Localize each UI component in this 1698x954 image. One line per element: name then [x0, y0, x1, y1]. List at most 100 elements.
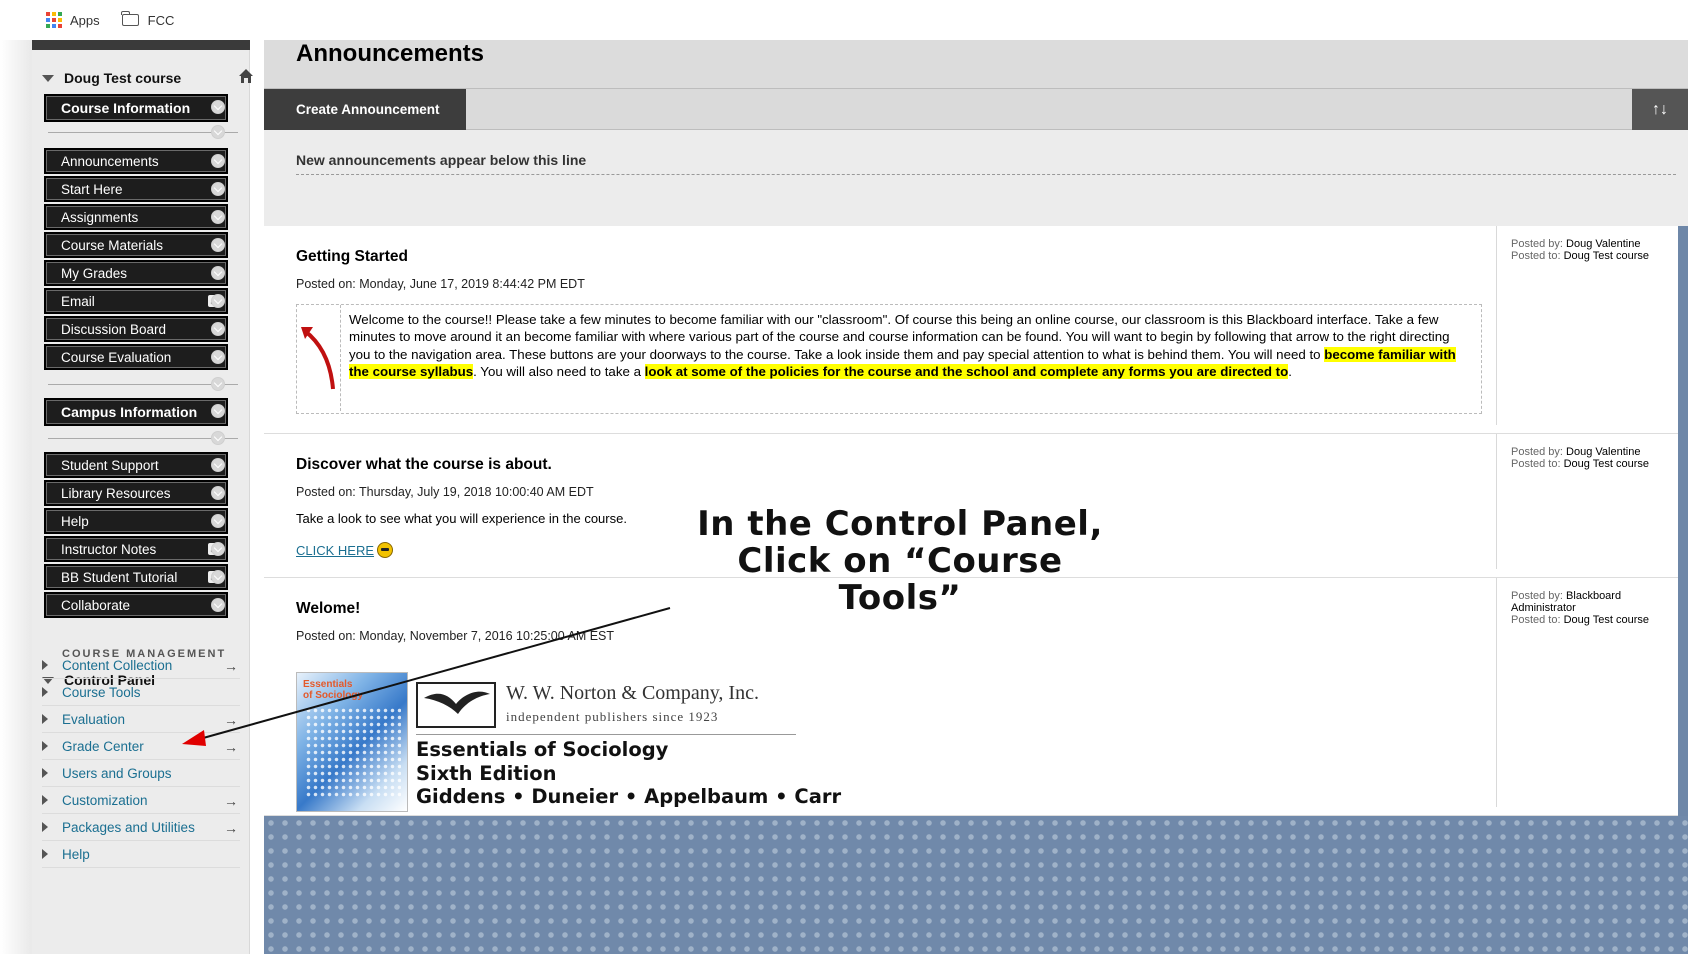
expand-triangle-icon[interactable] [42, 714, 48, 724]
sidebar-item-assignments[interactable]: Assignments [44, 204, 228, 230]
posted-to-label: Posted to: [1511, 458, 1561, 470]
publisher-rule [416, 734, 796, 735]
bookmark-label: Apps [70, 12, 100, 28]
chevron-down-icon[interactable] [211, 598, 225, 612]
apps-grid-icon [46, 12, 62, 28]
sidebar-item-course-information[interactable]: Course Information [44, 94, 228, 122]
click-here-link[interactable]: CLICK HERE [296, 542, 394, 558]
new-announcements-area: New announcements appear below this line [264, 130, 1688, 226]
expand-triangle-icon[interactable] [42, 822, 48, 832]
arrow-image-cell [297, 305, 341, 411]
sidebar-item-campus-information[interactable]: Campus Information [44, 398, 228, 426]
sidebar-divider [48, 384, 238, 385]
announcement-title: Discover what the course is about. [296, 456, 552, 473]
announcement-title: Welome! [296, 600, 361, 617]
control-panel-item-help[interactable]: Help [42, 841, 240, 868]
arrow-right-icon[interactable]: → [224, 793, 238, 809]
seagull-icon [424, 691, 490, 714]
sidebar-item-label: Start Here [61, 181, 123, 197]
chevron-down-icon[interactable] [211, 238, 225, 252]
chevron-down-icon[interactable] [211, 377, 225, 391]
expand-triangle-icon[interactable] [42, 687, 48, 697]
sidebar-item-discussion-board[interactable]: Discussion Board [44, 316, 228, 342]
announcement-title: Getting Started [296, 248, 408, 265]
arrow-right-icon[interactable]: → [224, 739, 238, 755]
arrow-right-icon[interactable]: → [224, 712, 238, 728]
background-pattern [264, 816, 1688, 954]
posted-to: Doug Test course [1563, 614, 1650, 626]
chevron-down-icon[interactable] [211, 154, 225, 168]
control-panel-item-label: Users and Groups [62, 765, 172, 781]
control-panel-item-course-tools[interactable]: Course Tools [42, 679, 240, 706]
chevron-down-icon[interactable] [211, 294, 225, 308]
chevron-down-icon[interactable] [211, 486, 225, 500]
chevron-down-icon[interactable] [211, 431, 225, 445]
sidebar-item-instructor-notes[interactable]: Instructor Notes [44, 536, 228, 562]
announcement-body: Take a look to see what you will experie… [296, 511, 627, 526]
book-info: Essentials of Sociology Sixth Edition Gi… [416, 738, 841, 809]
control-panel-item-label: Content Collection [62, 657, 173, 673]
link-text[interactable]: CLICK HERE [296, 543, 374, 558]
announcement-body: Welcome to the course!! Please take a fe… [349, 311, 1473, 380]
sidebar-item-label: Instructor Notes [61, 541, 157, 557]
control-panel-item-packages-and-utilities[interactable]: Packages and Utilities → [42, 814, 240, 841]
chevron-down-icon[interactable] [211, 182, 225, 196]
bookmark-apps[interactable]: Apps [46, 12, 100, 28]
chevron-down-icon[interactable] [211, 210, 225, 224]
sidebar-item-collaborate[interactable]: Collaborate [44, 592, 228, 618]
control-panel-item-customization[interactable]: Customization → [42, 787, 240, 814]
course-sidebar: Doug Test course Course Information Annou… [32, 40, 253, 954]
sidebar-item-label: Announcements [61, 153, 159, 169]
arrow-right-icon[interactable]: → [224, 820, 238, 836]
chevron-down-icon[interactable] [211, 570, 225, 584]
page-title: Announcements [296, 40, 485, 67]
chevron-down-icon[interactable] [211, 514, 225, 528]
bookmark-fcc[interactable]: FCC [121, 11, 175, 28]
chevron-down-icon[interactable] [211, 100, 225, 114]
sidebar-item-course-materials[interactable]: Course Materials [44, 232, 228, 258]
chevron-down-icon[interactable] [211, 266, 225, 280]
sidebar-item-label: Discussion Board [61, 321, 167, 337]
collapse-triangle-icon[interactable] [42, 74, 54, 82]
control-panel-item-grade-center[interactable]: Grade Center → [42, 733, 240, 760]
arrow-right-icon[interactable]: → [224, 658, 238, 674]
sidebar-item-course-evaluation[interactable]: Course Evaluation [44, 344, 228, 370]
sort-icon[interactable]: ↑↓ [1632, 89, 1688, 130]
sidebar-item-announcements[interactable]: Announcements [44, 148, 228, 174]
publisher-name: W. W. Norton & Company, Inc. [506, 682, 759, 704]
course-title[interactable]: Doug Test course [42, 69, 253, 86]
sidebar-item-bb-student-tutorial[interactable]: BB Student Tutorial [44, 564, 228, 590]
chevron-down-icon[interactable] [211, 542, 225, 556]
instruction-overlay: In the Control Panel, Click on “Course T… [680, 506, 1120, 617]
sidebar-item-start-here[interactable]: Start Here [44, 176, 228, 202]
sidebar-item-label: Course Information [61, 100, 191, 116]
expand-triangle-icon[interactable] [42, 660, 48, 670]
control-panel-item-content-collection[interactable]: Content Collection → [42, 652, 240, 679]
home-icon[interactable] [238, 68, 254, 84]
control-panel-item-evaluation[interactable]: Evaluation → [42, 706, 240, 733]
chevron-down-icon[interactable] [211, 404, 225, 418]
sidebar-item-email[interactable]: Email [44, 288, 228, 314]
bookmark-label: FCC [147, 12, 175, 28]
publisher-tagline: independent publishers since 1923 [506, 709, 719, 724]
sidebar-item-my-grades[interactable]: My Grades [44, 260, 228, 286]
expand-triangle-icon[interactable] [42, 741, 48, 751]
create-announcement-button[interactable]: Create Announcement [264, 89, 466, 130]
expand-triangle-icon[interactable] [42, 795, 48, 805]
expand-triangle-icon[interactable] [42, 768, 48, 778]
expand-triangle-icon[interactable] [42, 849, 48, 859]
sidebar-topbar [32, 40, 250, 50]
chevron-down-icon[interactable] [211, 322, 225, 336]
sidebar-item-help[interactable]: Help [44, 508, 228, 534]
sidebar-item-library-resources[interactable]: Library Resources [44, 480, 228, 506]
curved-arrow-icon [301, 327, 335, 390]
book-title: Essentials of Sociology [416, 738, 669, 761]
sidebar-divider [48, 438, 238, 439]
chevron-down-icon[interactable] [211, 125, 225, 139]
chevron-down-icon[interactable] [211, 350, 225, 364]
sidebar-item-student-support[interactable]: Student Support [44, 452, 228, 478]
announcement-meta: Posted by: Doug Valentine Posted to: Dou… [1496, 434, 1649, 569]
chevron-down-icon[interactable] [211, 458, 225, 472]
posted-to-label: Posted to: [1511, 614, 1561, 626]
control-panel-item-users-and-groups[interactable]: Users and Groups [42, 760, 240, 787]
